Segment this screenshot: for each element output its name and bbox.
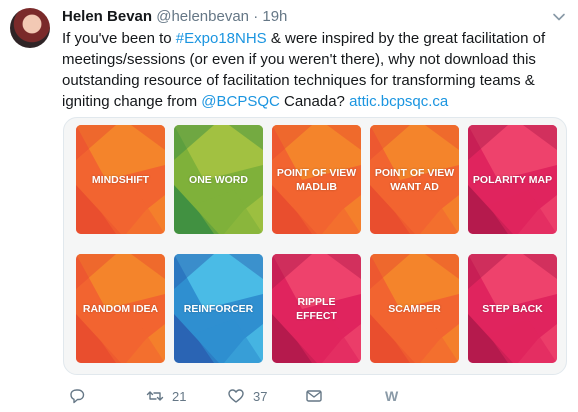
tweet-text: If you've been to #Expo18NHS & were insp…: [62, 28, 567, 112]
retweet-button[interactable]: 21: [146, 386, 186, 406]
technique-card: ONE WORD: [174, 125, 263, 234]
tweet-header: Helen Bevan @helenbevan · 19h: [62, 8, 287, 25]
extension-button[interactable]: W: [385, 386, 398, 406]
avatar[interactable]: [10, 8, 50, 48]
technique-card: POLARITY MAP: [468, 125, 557, 234]
author-name[interactable]: Helen Bevan: [62, 8, 152, 25]
mention-link[interactable]: @BCPSQC: [201, 93, 280, 110]
tweet-text-part: If you've been to: [62, 30, 176, 47]
direct-message-button[interactable]: [305, 386, 331, 406]
technique-card: SCAMPER: [370, 254, 459, 363]
card-label: STEP BACK: [482, 302, 543, 315]
envelope-icon: [306, 390, 322, 402]
card-label: POLARITY MAP: [472, 173, 553, 186]
url-link[interactable]: attic.bcpsqc.ca: [349, 93, 448, 110]
card-label: SCAMPER: [388, 302, 441, 315]
heart-icon: [228, 389, 244, 403]
card-label: MINDSHIFT: [91, 173, 150, 186]
hashtag-link[interactable]: #Expo18NHS: [176, 30, 267, 47]
technique-card: REINFORCER: [174, 254, 263, 363]
card-label: POINT OF VIEW WANT AD: [374, 166, 455, 193]
reply-icon: [70, 389, 85, 404]
card-label: ONE WORD: [189, 173, 248, 186]
tweet-text-part: Canada?: [279, 93, 350, 110]
separator-dot: ·: [253, 8, 259, 25]
technique-card: MINDSHIFT: [76, 125, 165, 234]
card-label: RIPPLE EFFECT: [296, 295, 337, 322]
chevron-down-icon[interactable]: [552, 10, 566, 24]
tweet[interactable]: Helen Bevan @helenbevan · 19h If you've …: [0, 0, 578, 412]
technique-card: POINT OF VIEW WANT AD: [370, 125, 459, 234]
like-button[interactable]: 37: [227, 386, 267, 406]
like-count: 37: [253, 388, 268, 404]
technique-card: POINT OF VIEW MADLIB: [272, 125, 361, 234]
media-image[interactable]: MINDSHIFT ONE WORD POINT OF VIEW MADLIB POI…: [63, 117, 567, 375]
card-label: POINT OF VIEW MADLIB: [276, 166, 357, 193]
retweet-count: 21: [172, 388, 187, 404]
card-label: RANDOM IDEA: [82, 302, 159, 315]
card-label: REINFORCER: [183, 302, 254, 315]
reply-button[interactable]: [68, 386, 94, 406]
tweet-actions: 21 37 W: [62, 386, 522, 406]
technique-card: STEP BACK: [468, 254, 557, 363]
technique-card: RANDOM IDEA: [76, 254, 165, 363]
technique-card: RIPPLE EFFECT: [272, 254, 361, 363]
retweet-icon: [146, 391, 164, 401]
author-handle[interactable]: @helenbevan: [156, 8, 249, 25]
timestamp[interactable]: 19h: [262, 8, 287, 25]
